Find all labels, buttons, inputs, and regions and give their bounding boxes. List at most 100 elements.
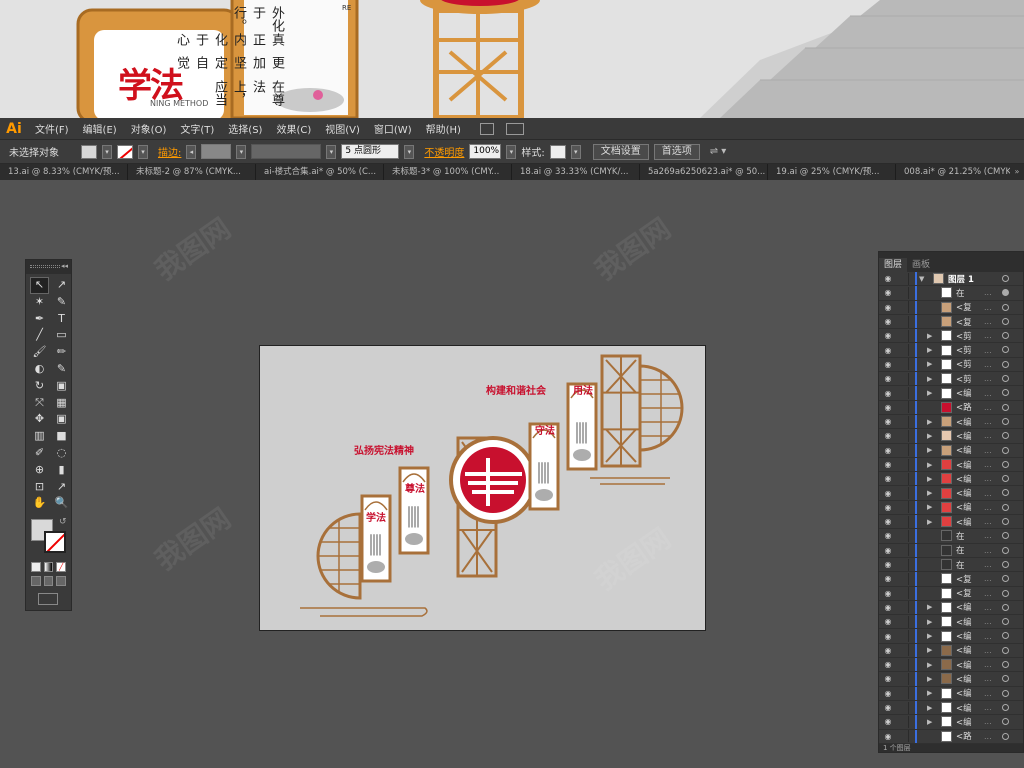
target-circle-icon[interactable] [1002,446,1009,454]
sublayer-name[interactable]: <编 [956,687,984,699]
tool-button[interactable]: ▦ [52,395,71,412]
lock-toggle[interactable] [897,544,909,557]
tool-button[interactable]: ✎ [52,361,71,378]
visibility-eye-icon[interactable]: ◉ [879,632,897,641]
target-circle-icon[interactable] [1002,618,1009,626]
visibility-eye-icon[interactable]: ◉ [879,474,897,483]
sublayer-name[interactable]: <编 [956,416,984,428]
sublayer-name[interactable]: <编 [956,516,984,528]
expand-arrow-icon[interactable]: ▶ [927,503,937,511]
expand-arrow-icon[interactable]: ▶ [927,346,937,354]
layer-row[interactable]: ◉ ▶ <编... [879,429,1023,444]
sublayer-name[interactable]: <编 [956,659,984,671]
visibility-eye-icon[interactable]: ◉ [879,489,897,498]
lock-toggle[interactable] [897,730,909,743]
menu-select[interactable]: 选择(S) [221,121,269,136]
sublayer-name[interactable]: <编 [956,644,984,656]
lock-toggle[interactable] [897,501,909,514]
lock-toggle[interactable] [897,372,909,385]
visibility-eye-icon[interactable]: ◉ [879,431,897,440]
menu-help[interactable]: 帮助(H) [419,121,468,136]
tool-button[interactable]: ⤧ [30,395,49,412]
visibility-eye-icon[interactable]: ◉ [879,517,897,526]
expand-arrow-icon[interactable]: ▶ [927,332,937,340]
lock-toggle[interactable] [897,415,909,428]
layer-row-top[interactable]: ◉ ▼ 图层 1 [879,272,1023,287]
visibility-eye-icon[interactable]: ◉ [879,288,897,297]
layer-row[interactable]: ◉ ▶ <编... [879,686,1023,701]
expand-arrow-icon[interactable]: ▼ [919,275,929,283]
layer-row[interactable]: ◉ ▶ <编... [879,500,1023,516]
expand-arrow-icon[interactable]: ▶ [927,603,937,611]
doc-tab[interactable]: 未标题-2 @ 87% (CMYK... [128,164,256,180]
layer-row[interactable]: ◉ 在... [879,557,1023,573]
lock-toggle[interactable] [897,487,909,500]
sublayer-name[interactable]: <复 [956,587,984,599]
doc-tab[interactable]: 未标题-3* @ 100% (CMY... [384,164,512,180]
sublayer-name[interactable]: <编 [956,459,984,471]
lock-toggle[interactable] [897,558,909,571]
visibility-eye-icon[interactable]: ◉ [879,460,897,469]
lock-toggle[interactable] [897,515,909,528]
sublayer-name[interactable]: 在 [956,544,984,556]
target-circle-icon[interactable] [1002,689,1009,697]
panel-grip[interactable] [30,265,60,268]
layer-row[interactable]: ◉ ▶ <编... [879,715,1023,730]
expand-arrow-icon[interactable]: ▶ [927,418,937,426]
sublayer-name[interactable]: <复 [956,301,984,313]
tool-button[interactable]: ↻ [30,378,49,395]
target-circle-icon[interactable] [1002,646,1009,654]
layer-row[interactable]: ◉ ▶ <编... [879,443,1023,458]
visibility-eye-icon[interactable]: ◉ [879,674,897,683]
layer-row[interactable]: ◉ ▶ <编... [879,658,1023,673]
lock-toggle[interactable] [897,672,909,685]
tool-button[interactable]: ◌ [52,445,71,462]
layer-row[interactable]: ◉ ▶ <剪... [879,343,1023,358]
tab-artboards[interactable]: 画板 [907,258,935,272]
layer-row[interactable]: ◉ ▶ <编... [879,600,1023,616]
visibility-eye-icon[interactable]: ◉ [879,389,897,398]
profile-dropdown[interactable]: ▾ [326,144,337,159]
sublayer-name[interactable]: <复 [956,316,984,328]
opacity-input[interactable]: 100% [469,144,502,159]
fill-dropdown[interactable]: ▾ [102,144,112,159]
tool-button[interactable]: ◐ [30,361,49,378]
lock-toggle[interactable] [897,358,909,371]
draw-behind-icon[interactable] [43,576,54,587]
doc-tab[interactable]: 008.ai* @ 21.25% (CMYK/... [896,164,1024,180]
sublayer-name[interactable]: <编 [956,487,984,499]
layer-row[interactable]: ◉ 在... [879,529,1023,544]
draw-normal-icon[interactable] [31,576,41,587]
visibility-eye-icon[interactable]: ◉ [879,589,897,598]
layer-row[interactable]: ◉ ▶ <编... [879,414,1023,430]
layer-row[interactable]: ◉ <复... [879,300,1023,315]
brush-definition[interactable]: 5 点圆形 [341,144,400,159]
sublayer-name[interactable]: <编 [956,387,984,399]
layer-row[interactable]: ◉ <复... [879,314,1023,330]
lock-toggle[interactable] [897,329,909,342]
stroke-label[interactable]: 描边: [158,144,181,159]
layer-row[interactable]: ◉ ▶ <编... [879,472,1023,487]
layer-row[interactable]: ◉ ▶ <编... [879,615,1023,630]
visibility-eye-icon[interactable]: ◉ [879,546,897,555]
tool-button[interactable]: ↖ [30,277,49,294]
document-setup-button[interactable]: 文档设置 [592,143,649,160]
expand-arrow-icon[interactable]: ▶ [927,375,937,383]
target-circle-icon[interactable] [1002,332,1009,340]
sublayer-name[interactable]: <编 [956,430,984,442]
visibility-eye-icon[interactable]: ◉ [879,689,897,698]
visibility-eye-icon[interactable]: ◉ [879,346,897,355]
target-circle-icon[interactable] [1002,718,1009,726]
lock-toggle[interactable] [897,286,909,299]
variable-width-profile[interactable] [251,144,322,159]
lock-toggle[interactable] [897,272,909,285]
tool-button[interactable]: 🔍 [52,495,71,512]
lock-toggle[interactable] [897,644,909,657]
target-circle-icon[interactable] [1002,317,1009,325]
visibility-eye-icon[interactable]: ◉ [879,603,897,612]
tool-button[interactable]: ✒ [30,311,49,328]
expand-arrow-icon[interactable]: ▶ [927,646,937,654]
expand-arrow-icon[interactable]: ▶ [927,518,937,526]
sublayer-name[interactable]: <编 [956,616,984,628]
tool-button[interactable]: ✏ [52,344,71,361]
